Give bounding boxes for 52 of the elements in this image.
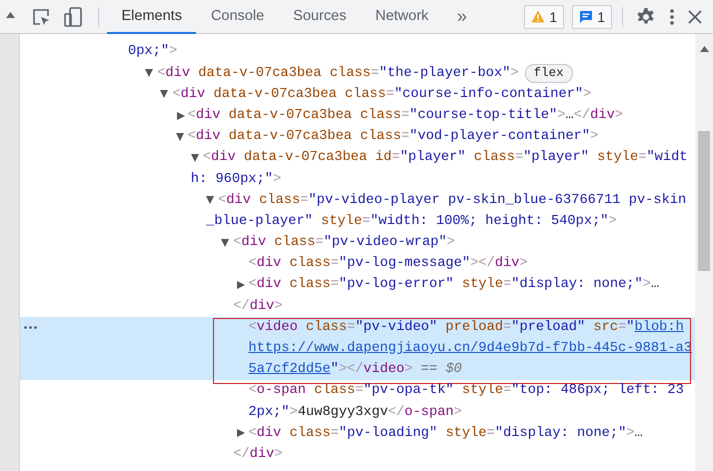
code-line: <o-span class="pv-opa-tk" style="top: 486px; left: 23	[248, 382, 684, 400]
code-line: <div data-v-07ca3bea class="the-player-box">	[157, 64, 519, 83]
code-line: _blue-player" style="width: 100%; height: 540px;">	[206, 212, 617, 231]
panel-tab[interactable]: Sources	[278, 0, 361, 34]
disclosure-triangle-icon[interactable]	[176, 132, 184, 141]
url-link[interactable]: https://www.dapengjiaoyu.cn/9d4e9b7d-f7bb-445c-9881-a3	[248, 341, 692, 356]
disclosure-triangle-icon[interactable]	[145, 69, 154, 78]
code-line: <div data-v-07ca3bea class="vod-player-container">	[188, 128, 598, 146]
scrollbar-thumb[interactable]	[698, 131, 710, 271]
disclosure-triangle-icon[interactable]	[176, 112, 185, 120]
scrollbar[interactable]	[695, 34, 713, 471]
code-line: 0px;">	[128, 43, 178, 62]
code-line: <video class="pv-video" preload="preload" src="blob:h	[248, 318, 684, 337]
flex-badge[interactable]: flex	[524, 64, 573, 83]
device-toggle-icon[interactable]	[64, 6, 82, 26]
panel-tab[interactable]: Elements	[107, 0, 196, 34]
code-line: <div class="pv-video-player pv-skin_blue-63766711 pv-skin	[218, 192, 686, 210]
disclosure-triangle-icon[interactable]	[221, 238, 230, 247]
disclosure-triangle-icon[interactable]	[190, 154, 199, 162]
disclosure-triangle-icon[interactable]	[206, 196, 214, 204]
code-line: <div class="pv-video-wrap">	[233, 234, 456, 252]
more-dots-icon[interactable]	[24, 326, 37, 329]
url-link[interactable]: blob:h	[634, 320, 684, 335]
code-line: 2px;">4uw8gyy3xgv</o-span>	[248, 404, 462, 422]
close-icon[interactable]	[688, 10, 702, 24]
code-line: <div data-v-07ca3bea class="course-info-container">	[172, 86, 592, 104]
messages-button[interactable]: 1	[572, 4, 612, 28]
more-tabs-button[interactable]: »	[457, 6, 468, 27]
disclosure-triangle-icon[interactable]	[160, 90, 168, 98]
menu-icon[interactable]	[670, 8, 674, 24]
panel-tab[interactable]: Network	[360, 0, 444, 34]
scroll-up-arrow-icon[interactable]	[6, 12, 14, 18]
settings-icon[interactable]	[636, 6, 656, 26]
cursor-in-box-icon[interactable]	[32, 8, 50, 26]
url-link[interactable]: 5a7cf2dd5e	[248, 362, 331, 378]
scroll-up-arrow-icon[interactable]	[700, 46, 708, 52]
code-line: 5a7cf2dd5e"></video> == $0	[248, 361, 462, 380]
message-icon	[579, 10, 594, 24]
code-line: h: 960px;">	[190, 170, 282, 189]
disclosure-triangle-icon[interactable]	[237, 429, 246, 438]
code-line: <div class="pv-log-message"></div>	[248, 255, 528, 274]
code-line: <div class="pv-loading" style="display: none;">…	[248, 424, 643, 443]
disclosure-triangle-icon[interactable]	[237, 281, 246, 290]
code-line: </div>	[233, 298, 282, 316]
warnings-button[interactable]: 1	[524, 4, 564, 28]
warning-icon	[531, 10, 546, 23]
code-line: <div class="pv-log-error" style="display: none;">…	[248, 276, 660, 294]
panel-tab[interactable]: Console	[196, 0, 279, 34]
code-line: </div>	[233, 446, 282, 464]
code-line: <div data-v-07ca3bea id="player" class="player" style="widt	[202, 149, 688, 168]
scrollbar[interactable]	[0, 34, 20, 471]
code-line: <div data-v-07ca3bea class="course-top-title">…</div>	[188, 106, 624, 125]
